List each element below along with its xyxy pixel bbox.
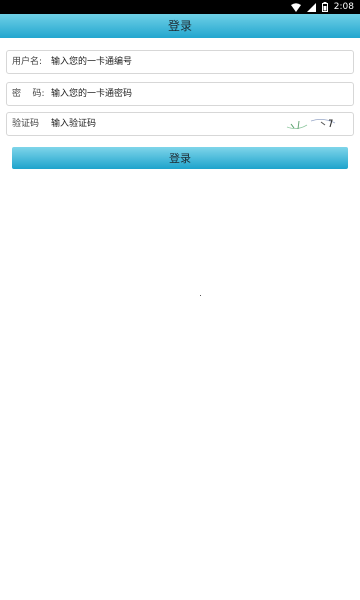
password-label: 密 码: (12, 89, 45, 99)
status-bar: 2:08 (0, 0, 360, 14)
loading-dot (200, 295, 201, 296)
status-time: 2:08 (333, 2, 354, 12)
status-icons: 2:08 (290, 1, 354, 13)
captcha-image[interactable] (285, 115, 345, 133)
page-title: 登录 (167, 19, 192, 33)
login-button[interactable]: 登录 (12, 147, 348, 169)
password-input[interactable] (51, 85, 281, 103)
password-field: 密 码: (6, 82, 354, 106)
battery-icon (321, 2, 328, 12)
captcha-input[interactable] (51, 115, 281, 133)
signal-icon (306, 2, 316, 12)
username-field: 用户名: (6, 50, 354, 74)
captcha-field: 验证码 (6, 112, 354, 136)
title-bar: 登录 (0, 14, 360, 38)
wifi-icon (290, 2, 301, 12)
username-input[interactable] (51, 53, 281, 71)
username-label: 用户名: (12, 57, 43, 67)
captcha-label: 验证码 (12, 119, 40, 129)
